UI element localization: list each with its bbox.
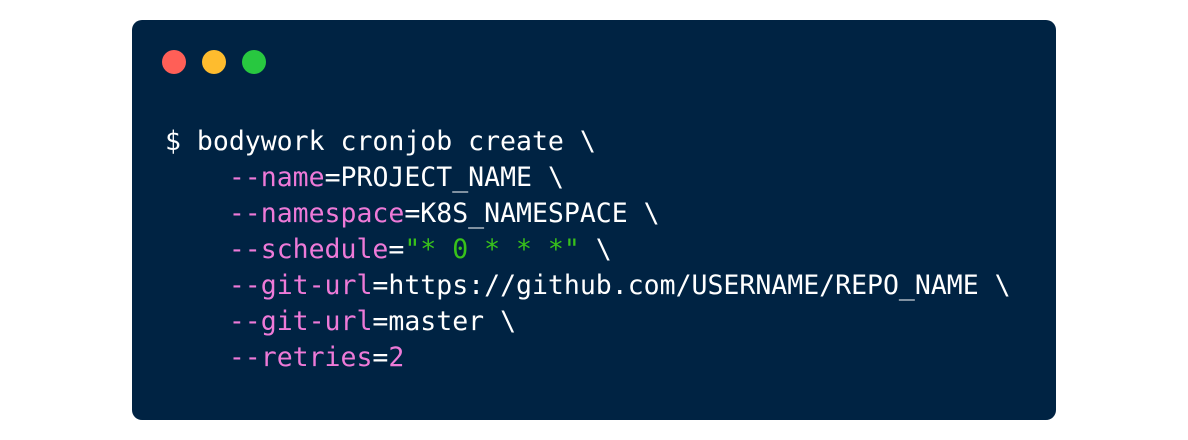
flag-git-url-2: --git-url bbox=[228, 306, 373, 337]
equals-sign: = bbox=[324, 162, 341, 193]
code-line-retries: --retries=2 bbox=[165, 340, 1011, 376]
window-controls bbox=[162, 50, 266, 74]
code-line-command: $ bodywork cronjob create \ bbox=[165, 124, 1011, 160]
equals-sign: = bbox=[372, 306, 389, 337]
code-line-git-branch: --git-url=master \ bbox=[165, 304, 1011, 340]
code-line-namespace: --namespace=K8S_NAMESPACE \ bbox=[165, 196, 1011, 232]
maximize-light[interactable] bbox=[242, 50, 266, 74]
close-light[interactable] bbox=[162, 50, 186, 74]
equals-sign: = bbox=[388, 234, 405, 265]
equals-sign: = bbox=[372, 342, 389, 373]
command-text: $ bodywork cronjob create \ bbox=[165, 126, 596, 157]
minimize-light[interactable] bbox=[202, 50, 226, 74]
value-retries: 2 bbox=[388, 342, 405, 373]
code-line-git-url: --git-url=https://github.com/USERNAME/RE… bbox=[165, 268, 1011, 304]
value-namespace: K8S_NAMESPACE \ bbox=[420, 198, 660, 229]
flag-namespace: --namespace bbox=[228, 198, 405, 229]
flag-schedule: --schedule bbox=[228, 234, 389, 265]
terminal-window: $ bodywork cronjob create \ --name=PROJE… bbox=[132, 20, 1056, 420]
value-schedule: "* 0 * * *" bbox=[404, 234, 580, 265]
code-block: $ bodywork cronjob create \ --name=PROJE… bbox=[165, 124, 1011, 376]
value-git-url: https://github.com/USERNAME/REPO_NAME \ bbox=[388, 270, 1011, 301]
flag-name: --name bbox=[228, 162, 325, 193]
line-continuation: \ bbox=[579, 234, 612, 265]
value-name: PROJECT_NAME \ bbox=[340, 162, 564, 193]
code-line-schedule: --schedule="* 0 * * *" \ bbox=[165, 232, 1011, 268]
flag-retries: --retries bbox=[228, 342, 373, 373]
equals-sign: = bbox=[404, 198, 421, 229]
equals-sign: = bbox=[372, 270, 389, 301]
value-git-branch: master \ bbox=[388, 306, 517, 337]
flag-git-url: --git-url bbox=[228, 270, 373, 301]
code-line-name: --name=PROJECT_NAME \ bbox=[165, 160, 1011, 196]
